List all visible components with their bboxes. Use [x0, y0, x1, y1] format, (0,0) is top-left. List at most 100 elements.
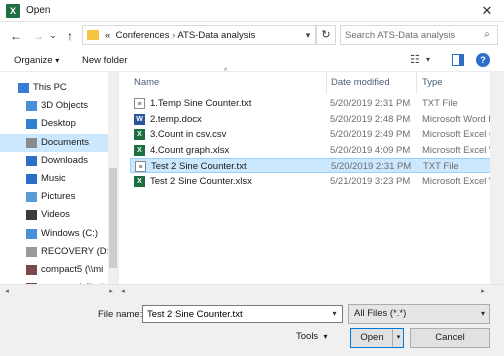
file-row[interactable]: X Test 2 Sine Counter.xlsx 5/21/2019 3:23 …	[130, 174, 504, 189]
file-type: Microsoft Word D...	[422, 113, 494, 125]
new-folder-button[interactable]: New folder	[82, 54, 127, 68]
sidebar-item-label: compact5 (\\mi	[41, 264, 104, 275]
txt-file-icon: ≡	[135, 161, 146, 172]
sidebar-item-label: Desktop	[41, 118, 76, 130]
sidebar-item-desktop[interactable]: Desktop	[0, 115, 108, 133]
up-arrow-icon[interactable]: ↑	[62, 28, 78, 44]
sidebar-item-label: Pictures	[41, 191, 76, 203]
desktop-icon	[26, 119, 37, 130]
scroll-right-icon[interactable]: ▸	[476, 285, 490, 299]
network-drive-icon	[26, 265, 37, 275]
sidebar-item-label: Documents	[41, 136, 90, 148]
recent-locations-chevron-icon[interactable]: ⌄	[48, 27, 58, 43]
breadcrumb-item-ats-data-analysis[interactable]: ATS-Data analysis	[177, 30, 255, 41]
column-header-date-modified[interactable]: Date modified	[331, 76, 390, 90]
file-row[interactable]: ≡ Test 2 Sine Counter.txt 5/20/2019 2:31 P…	[130, 158, 504, 173]
open-label: Open	[360, 332, 384, 343]
csv-file-icon: X	[134, 129, 145, 140]
file-row[interactable]: W 2.temp.docx 5/20/2019 2:48 PM Microsoft W…	[130, 112, 504, 127]
cancel-button[interactable]: Cancel	[410, 328, 490, 348]
breadcrumb-overflow[interactable]: «	[105, 30, 110, 41]
file-name-input[interactable]	[142, 305, 343, 323]
3d-objects-icon	[26, 101, 37, 112]
music-icon	[26, 174, 37, 184]
file-date: 5/20/2019 2:31 PM	[331, 161, 412, 172]
file-name: 2.temp.docx	[150, 113, 202, 125]
tools-button[interactable]: Tools ▾	[296, 330, 327, 344]
file-name: Test 2 Sine Counter.xlsx	[150, 175, 252, 187]
sidebar-item-label: RECOVERY (D:)	[41, 245, 113, 257]
docx-file-icon: W	[134, 113, 145, 125]
sidebar-item-label: This PC	[33, 82, 67, 93]
file-type-value: All Files (*.*)	[354, 308, 407, 319]
excel-icon: X	[6, 4, 20, 18]
forward-arrow-icon[interactable]: →	[30, 28, 46, 44]
sidebar-item-pictures[interactable]: Pictures	[0, 188, 108, 206]
scroll-left-icon[interactable]: ◂	[0, 285, 14, 299]
sidebar-scroll-thumb[interactable]	[109, 168, 117, 268]
organize-button[interactable]: Organize ▾	[14, 54, 59, 68]
file-row[interactable]: X 4.Count graph.xlsx 5/20/2019 4:09 PM Micr…	[130, 143, 504, 158]
sidebar-item-label: Music	[41, 173, 66, 184]
documents-icon	[26, 137, 37, 148]
column-divider[interactable]	[326, 72, 327, 94]
sidebar-item-windows-c[interactable]: Windows (C:)	[0, 225, 108, 243]
drive-icon	[26, 246, 37, 257]
file-list-scrollbar[interactable]	[490, 72, 504, 298]
file-date: 5/21/2019 3:23 PM	[330, 175, 411, 187]
change-view-icon[interactable]: ☷	[410, 54, 424, 66]
sidebar-item-label: Downloads	[41, 154, 88, 166]
file-name-dropdown-icon[interactable]: ▾	[327, 306, 342, 322]
help-icon[interactable]: ?	[476, 53, 490, 67]
file-row[interactable]: X 3.Count in csv.csv 5/20/2019 2:49 PM Micr…	[130, 127, 504, 142]
pc-icon	[18, 83, 29, 93]
address-dropdown-icon[interactable]: ▾	[300, 25, 316, 45]
sidebar-item-label: Windows (C:)	[41, 227, 99, 239]
file-type-select[interactable]: All Files (*.*) ▾	[348, 304, 490, 324]
file-type: Microsoft Excel W...	[422, 144, 494, 156]
sidebar-item-label: Videos	[41, 209, 70, 221]
preview-pane-icon[interactable]	[452, 54, 464, 66]
open-button[interactable]: Open ▾	[350, 328, 404, 348]
sidebar-item-recovery-d[interactable]: RECOVERY (D:)	[0, 243, 112, 261]
file-name: Test 2 Sine Counter.txt	[151, 161, 247, 172]
sidebar-item-label: 3D Objects	[41, 100, 88, 112]
column-divider[interactable]	[416, 72, 417, 94]
videos-icon	[26, 210, 37, 221]
folder-icon	[87, 30, 99, 40]
view-options-chevron-icon[interactable]: ▾	[426, 54, 430, 66]
back-arrow-icon[interactable]: ←	[8, 28, 24, 44]
search-icon[interactable]: ⌕	[481, 29, 493, 41]
column-header-type[interactable]: Type	[422, 76, 443, 90]
sidebar-item-music[interactable]: Music	[0, 170, 108, 188]
scroll-left-icon[interactable]: ◂	[116, 285, 130, 299]
file-date: 5/20/2019 4:09 PM	[330, 144, 411, 156]
sidebar-item-documents[interactable]: Documents	[0, 133, 108, 152]
close-button[interactable]: ✕	[470, 0, 504, 22]
breadcrumb: « Conferences › ATS-Data analysis	[105, 29, 255, 42]
breadcrumb-separator[interactable]: ›	[172, 30, 175, 41]
sidebar-item-downloads[interactable]: Downloads	[0, 152, 108, 170]
sidebar-item-compact5-mi[interactable]: compact5 (\\mi	[0, 261, 108, 279]
file-name: 4.Count graph.xlsx	[150, 144, 230, 156]
tools-label: Tools	[296, 331, 319, 342]
file-name: 3.Count in csv.csv	[150, 129, 227, 140]
sidebar-item-videos[interactable]: Videos	[0, 206, 108, 224]
open-options-chevron-icon[interactable]: ▾	[392, 329, 404, 347]
search-input[interactable]	[345, 29, 475, 42]
file-row[interactable]: ≡ 1.Temp Sine Counter.txt 5/20/2019 2:31 P…	[130, 96, 504, 111]
file-type: Microsoft Excel C...	[422, 129, 494, 140]
address-bar[interactable]: « Conferences › ATS-Data analysis	[82, 25, 316, 45]
column-header-name[interactable]: Name	[134, 76, 159, 90]
file-name-label: File name:	[98, 309, 143, 320]
window-title: Open	[26, 5, 51, 16]
txt-file-icon: ≡	[134, 98, 145, 109]
sidebar-item-this-pc[interactable]: This PC	[0, 79, 108, 97]
search-box[interactable]: ⌕	[340, 25, 498, 45]
chevron-down-icon: ▾	[480, 309, 485, 318]
organize-label: Organize	[14, 55, 53, 66]
horizontal-scrollbar[interactable]: ◂ ▸ ◂ ▸	[0, 284, 504, 298]
sidebar-item-3d-objects[interactable]: 3D Objects	[0, 97, 108, 115]
refresh-button[interactable]: ↻	[316, 25, 336, 45]
breadcrumb-item-conferences[interactable]: Conferences	[116, 30, 170, 41]
